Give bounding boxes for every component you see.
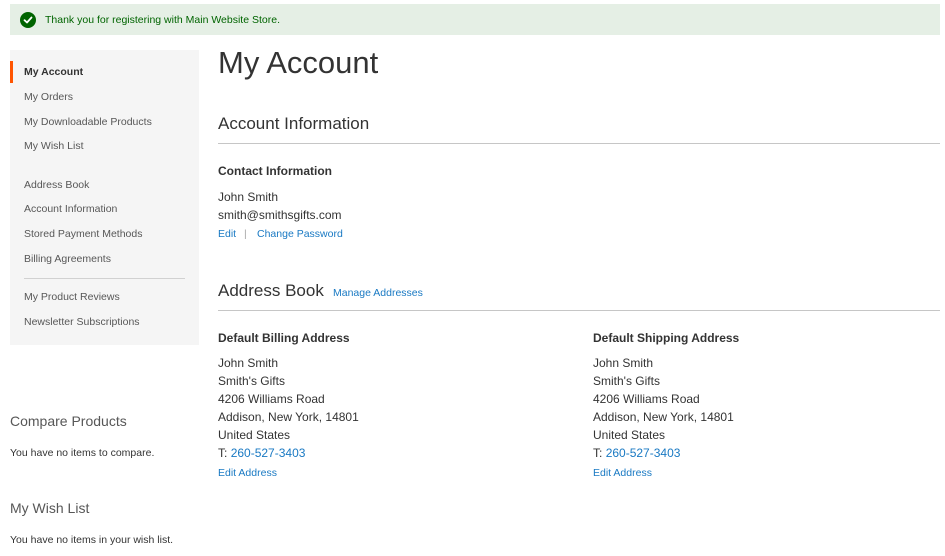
page-title: My Account — [218, 45, 379, 80]
edit-contact-link[interactable]: Edit — [218, 228, 236, 240]
section-divider — [218, 143, 940, 144]
wish-list-title: My Wish List — [10, 500, 90, 516]
nav-item-stored-payment-methods[interactable]: Stored Payment Methods — [24, 228, 142, 240]
wish-list-empty: You have no items in your wish list. — [10, 534, 174, 546]
change-password-link[interactable]: Change Password — [257, 228, 343, 240]
success-message: Thank you for registering with Main Webs… — [10, 4, 940, 35]
compare-products-title: Compare Products — [10, 413, 127, 429]
billing-phone-link[interactable]: 260-527-3403 — [231, 446, 306, 460]
shipping-phone-prefix: T: — [593, 446, 603, 460]
nav-item-newsletter-subscriptions[interactable]: Newsletter Subscriptions — [24, 316, 140, 328]
current-item-indicator — [10, 61, 13, 83]
success-message-text: Thank you for registering with Main Webs… — [45, 13, 280, 26]
account-nav: My Account My Orders My Downloadable Pro… — [10, 50, 199, 345]
address-book-heading: Address Book — [218, 281, 324, 300]
compare-products-empty: You have no items to compare. — [10, 447, 155, 459]
edit-shipping-address-link[interactable]: Edit Address — [593, 467, 652, 479]
nav-item-billing-agreements[interactable]: Billing Agreements — [24, 253, 111, 265]
shipping-address-title: Default Shipping Address — [593, 331, 740, 345]
nav-item-my-account[interactable]: My Account — [24, 66, 83, 78]
edit-billing-address-link[interactable]: Edit Address — [218, 467, 277, 479]
section-divider — [218, 310, 940, 311]
account-information-heading: Account Information — [218, 114, 370, 133]
billing-phone-prefix: T: — [218, 446, 228, 460]
contact-information-title: Contact Information — [218, 164, 332, 178]
nav-item-product-reviews[interactable]: My Product Reviews — [24, 291, 120, 303]
nav-item-my-orders[interactable]: My Orders — [24, 91, 73, 103]
checkmark-icon — [20, 11, 36, 28]
shipping-city: Addison, New York, 14801 — [593, 410, 734, 424]
billing-address-title: Default Billing Address — [218, 331, 350, 345]
nav-item-account-information[interactable]: Account Information — [24, 203, 117, 215]
billing-name: John Smith — [218, 356, 279, 370]
billing-company: Smith's Gifts — [218, 374, 285, 388]
contact-name: John Smith — [218, 190, 279, 204]
manage-addresses-link[interactable]: Manage Addresses — [333, 287, 423, 299]
billing-street: 4206 Williams Road — [218, 392, 325, 406]
nav-item-address-book[interactable]: Address Book — [24, 179, 89, 191]
nav-divider — [24, 278, 185, 279]
shipping-street: 4206 Williams Road — [593, 392, 700, 406]
billing-city: Addison, New York, 14801 — [218, 410, 359, 424]
shipping-country: United States — [593, 428, 666, 442]
nav-item-my-wish-list[interactable]: My Wish List — [24, 140, 84, 152]
shipping-phone: T: 260-527-3403 — [593, 446, 680, 460]
link-separator: | — [244, 228, 247, 240]
shipping-company: Smith's Gifts — [593, 374, 660, 388]
nav-item-downloadable-products[interactable]: My Downloadable Products — [24, 116, 152, 128]
contact-email: smith@smithsgifts.com — [218, 208, 342, 222]
billing-country: United States — [218, 428, 291, 442]
billing-phone: T: 260-527-3403 — [218, 446, 305, 460]
shipping-phone-link[interactable]: 260-527-3403 — [606, 446, 681, 460]
shipping-name: John Smith — [593, 356, 654, 370]
